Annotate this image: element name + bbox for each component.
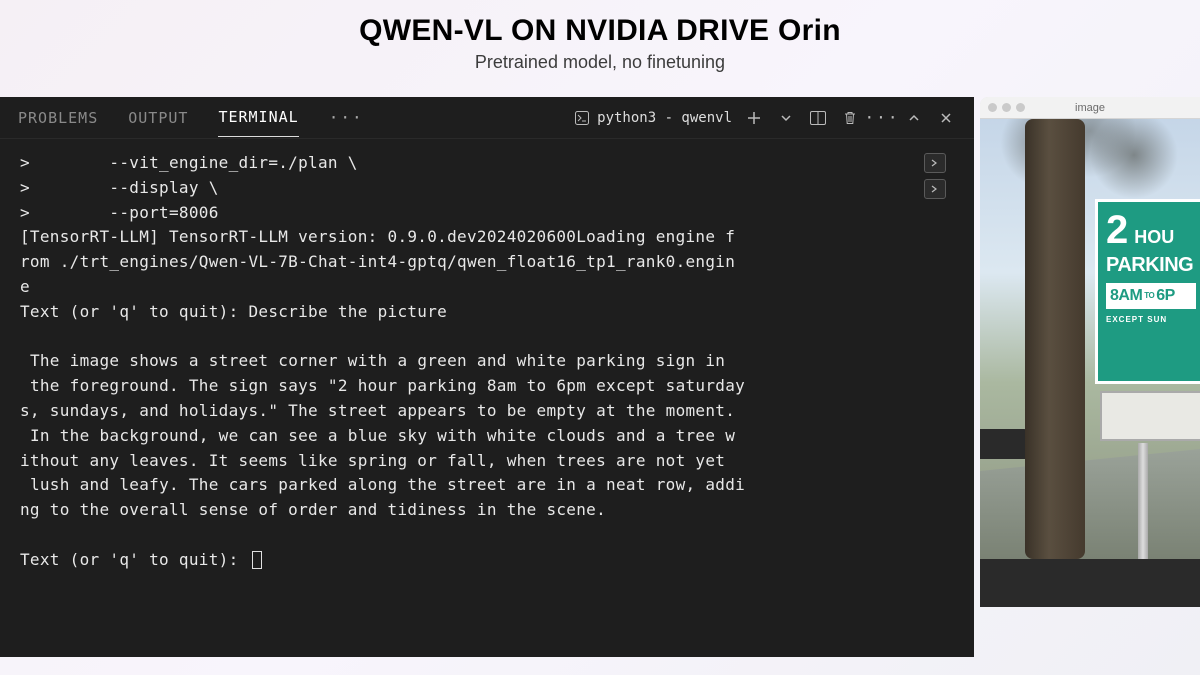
sign-big-number: 2 <box>1106 210 1128 250</box>
scroll-marker-icon <box>924 179 946 199</box>
sign-except-text: EXCEPT SUN <box>1106 315 1196 324</box>
panel-tabs: PROBLEMS OUTPUT TERMINAL ··· python3 - q… <box>0 97 974 139</box>
photo-parked-cars <box>980 429 1030 459</box>
content-row: PROBLEMS OUTPUT TERMINAL ··· python3 - q… <box>0 97 1200 657</box>
traffic-min-icon[interactable] <box>1002 103 1011 112</box>
chevron-up-icon[interactable] <box>904 108 924 128</box>
image-preview-panel: image 2 HOU PARKING 8AMTO6P EXCE <box>980 97 1200 657</box>
terminal-text: > --vit_engine_dir=./plan \ > --display … <box>20 153 745 569</box>
slide-title: QWEN-VL ON NVIDIA DRIVE Orin <box>0 14 1200 48</box>
sign-time-to-word: TO <box>1144 291 1154 300</box>
sign-number-row: 2 HOU <box>1106 210 1196 250</box>
terminal-process-text: python3 - qwenvl <box>597 110 732 126</box>
terminal-cursor <box>252 551 262 569</box>
photo-tree-trunk <box>1025 119 1085 559</box>
tab-problems[interactable]: PROBLEMS <box>18 99 98 137</box>
image-window-titlebar[interactable]: image <box>980 97 1200 119</box>
sign-parking-text: PARKING <box>1106 254 1196 277</box>
sign-time-to: 6P <box>1156 287 1175 304</box>
terminal-toolbar: python3 - qwenvl ··· <box>573 108 956 128</box>
close-panel-icon[interactable] <box>936 108 956 128</box>
traffic-close-icon[interactable] <box>988 103 997 112</box>
photo-sign-pole <box>1138 443 1148 559</box>
sign-time-from: 8AM <box>1110 287 1142 304</box>
image-viewer-footer <box>980 559 1200 607</box>
parking-sign: 2 HOU PARKING 8AMTO6P EXCEPT SUN <box>1095 199 1200 384</box>
trash-icon[interactable] <box>840 108 860 128</box>
terminal-output[interactable]: > --vit_engine_dir=./plan \ > --display … <box>0 139 974 657</box>
window-traffic-lights[interactable] <box>988 103 1025 112</box>
parking-sign-secondary <box>1100 391 1200 441</box>
new-terminal-icon[interactable] <box>744 108 764 128</box>
terminal-dropdown-icon[interactable] <box>776 108 796 128</box>
code-editor-panel: PROBLEMS OUTPUT TERMINAL ··· python3 - q… <box>0 97 974 657</box>
more-actions-icon[interactable]: ··· <box>872 108 892 128</box>
scroll-marker-icon <box>924 153 946 173</box>
split-terminal-icon[interactable] <box>808 108 828 128</box>
terminal-prompt-icon <box>573 109 591 127</box>
terminal-scroll-minimap[interactable] <box>924 151 954 645</box>
slide-header: QWEN-VL ON NVIDIA DRIVE Orin Pretrained … <box>0 0 1200 81</box>
photo-sidewalk <box>980 449 1200 559</box>
sign-hour-text: HOU <box>1134 228 1174 246</box>
tab-terminal[interactable]: TERMINAL <box>218 98 298 137</box>
parking-sign-photo: 2 HOU PARKING 8AMTO6P EXCEPT SUN <box>980 119 1200 559</box>
image-window: image 2 HOU PARKING 8AMTO6P EXCE <box>980 97 1200 607</box>
traffic-max-icon[interactable] <box>1016 103 1025 112</box>
image-window-title: image <box>1075 102 1105 114</box>
sign-time-row: 8AMTO6P <box>1106 283 1196 309</box>
terminal-process-label[interactable]: python3 - qwenvl <box>573 109 732 127</box>
slide-subtitle: Pretrained model, no finetuning <box>0 52 1200 73</box>
tab-output[interactable]: OUTPUT <box>128 99 188 137</box>
tabs-overflow-icon[interactable]: ··· <box>329 108 364 127</box>
